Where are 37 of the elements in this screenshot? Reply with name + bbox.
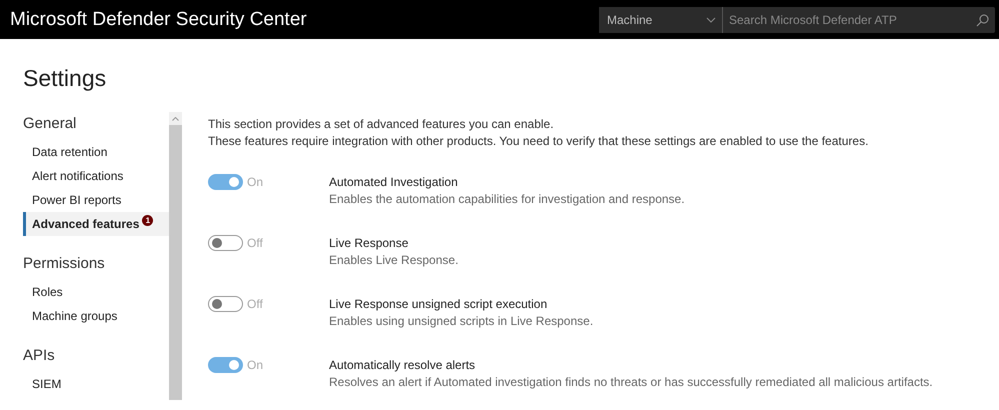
notification-badge: 1 — [142, 214, 154, 226]
search-field[interactable]: Search Microsoft Defender ATP — [723, 6, 995, 32]
toggle-switch[interactable] — [208, 235, 243, 251]
feature-description: Enables the automation capabilities for investigation and response. — [329, 191, 685, 208]
sidebar-item[interactable]: Data retention — [23, 140, 169, 164]
search-icon — [976, 14, 989, 26]
section-heading: General — [23, 115, 78, 132]
toggle-switch[interactable] — [208, 357, 243, 373]
sidebar-item[interactable]: SIEM — [23, 372, 169, 396]
section-heading: Permissions — [23, 255, 106, 272]
toggle-switch[interactable] — [208, 296, 243, 312]
toggle-state-label: Off — [247, 297, 263, 311]
sidebar-item[interactable]: Machine groups — [23, 304, 169, 328]
caret-icon — [172, 116, 179, 120]
toggle-state-label: Off — [247, 236, 263, 250]
sidebar-item[interactable]: Power BI reports — [23, 188, 169, 212]
intro-text: These features require integration with other products. You need to verify that these settings are enabled to use the features. — [208, 133, 870, 150]
sidebar-item[interactable]: Alert notifications — [23, 164, 169, 188]
feature-title: Automated Investigation — [329, 174, 459, 190]
section-heading: APIs — [23, 347, 56, 364]
sidebar-item[interactable]: Roles — [23, 280, 169, 304]
feature-description: Enables Live Response. — [329, 252, 458, 269]
feature-description: Enables using unsigned scripts in Live Response. — [329, 313, 594, 330]
toggle-state-label: On — [247, 358, 264, 372]
scope-dropdown[interactable]: Machine — [599, 6, 723, 32]
toggle-switch[interactable] — [208, 174, 243, 190]
toggle-state-label: On — [247, 175, 264, 189]
app-title: Microsoft Defender Security Center — [10, 8, 307, 30]
page-title: Settings — [23, 65, 108, 92]
feature-title: Automatically resolve alerts — [329, 357, 476, 373]
intro-text: This section provides a set of advanced features you can enable. — [208, 116, 555, 133]
feature-title: Live Response unsigned script execution — [329, 296, 548, 312]
feature-description: Resolves an alert if Automated investigation finds no threats or has successfully remediated all malicious artifacts. — [329, 374, 933, 391]
chevron-icon — [706, 16, 716, 22]
sidebar-item[interactable]: Advanced features 1 — [23, 212, 169, 236]
scrollbar[interactable] — [169, 112, 182, 400]
feature-title: Live Response — [329, 235, 410, 251]
